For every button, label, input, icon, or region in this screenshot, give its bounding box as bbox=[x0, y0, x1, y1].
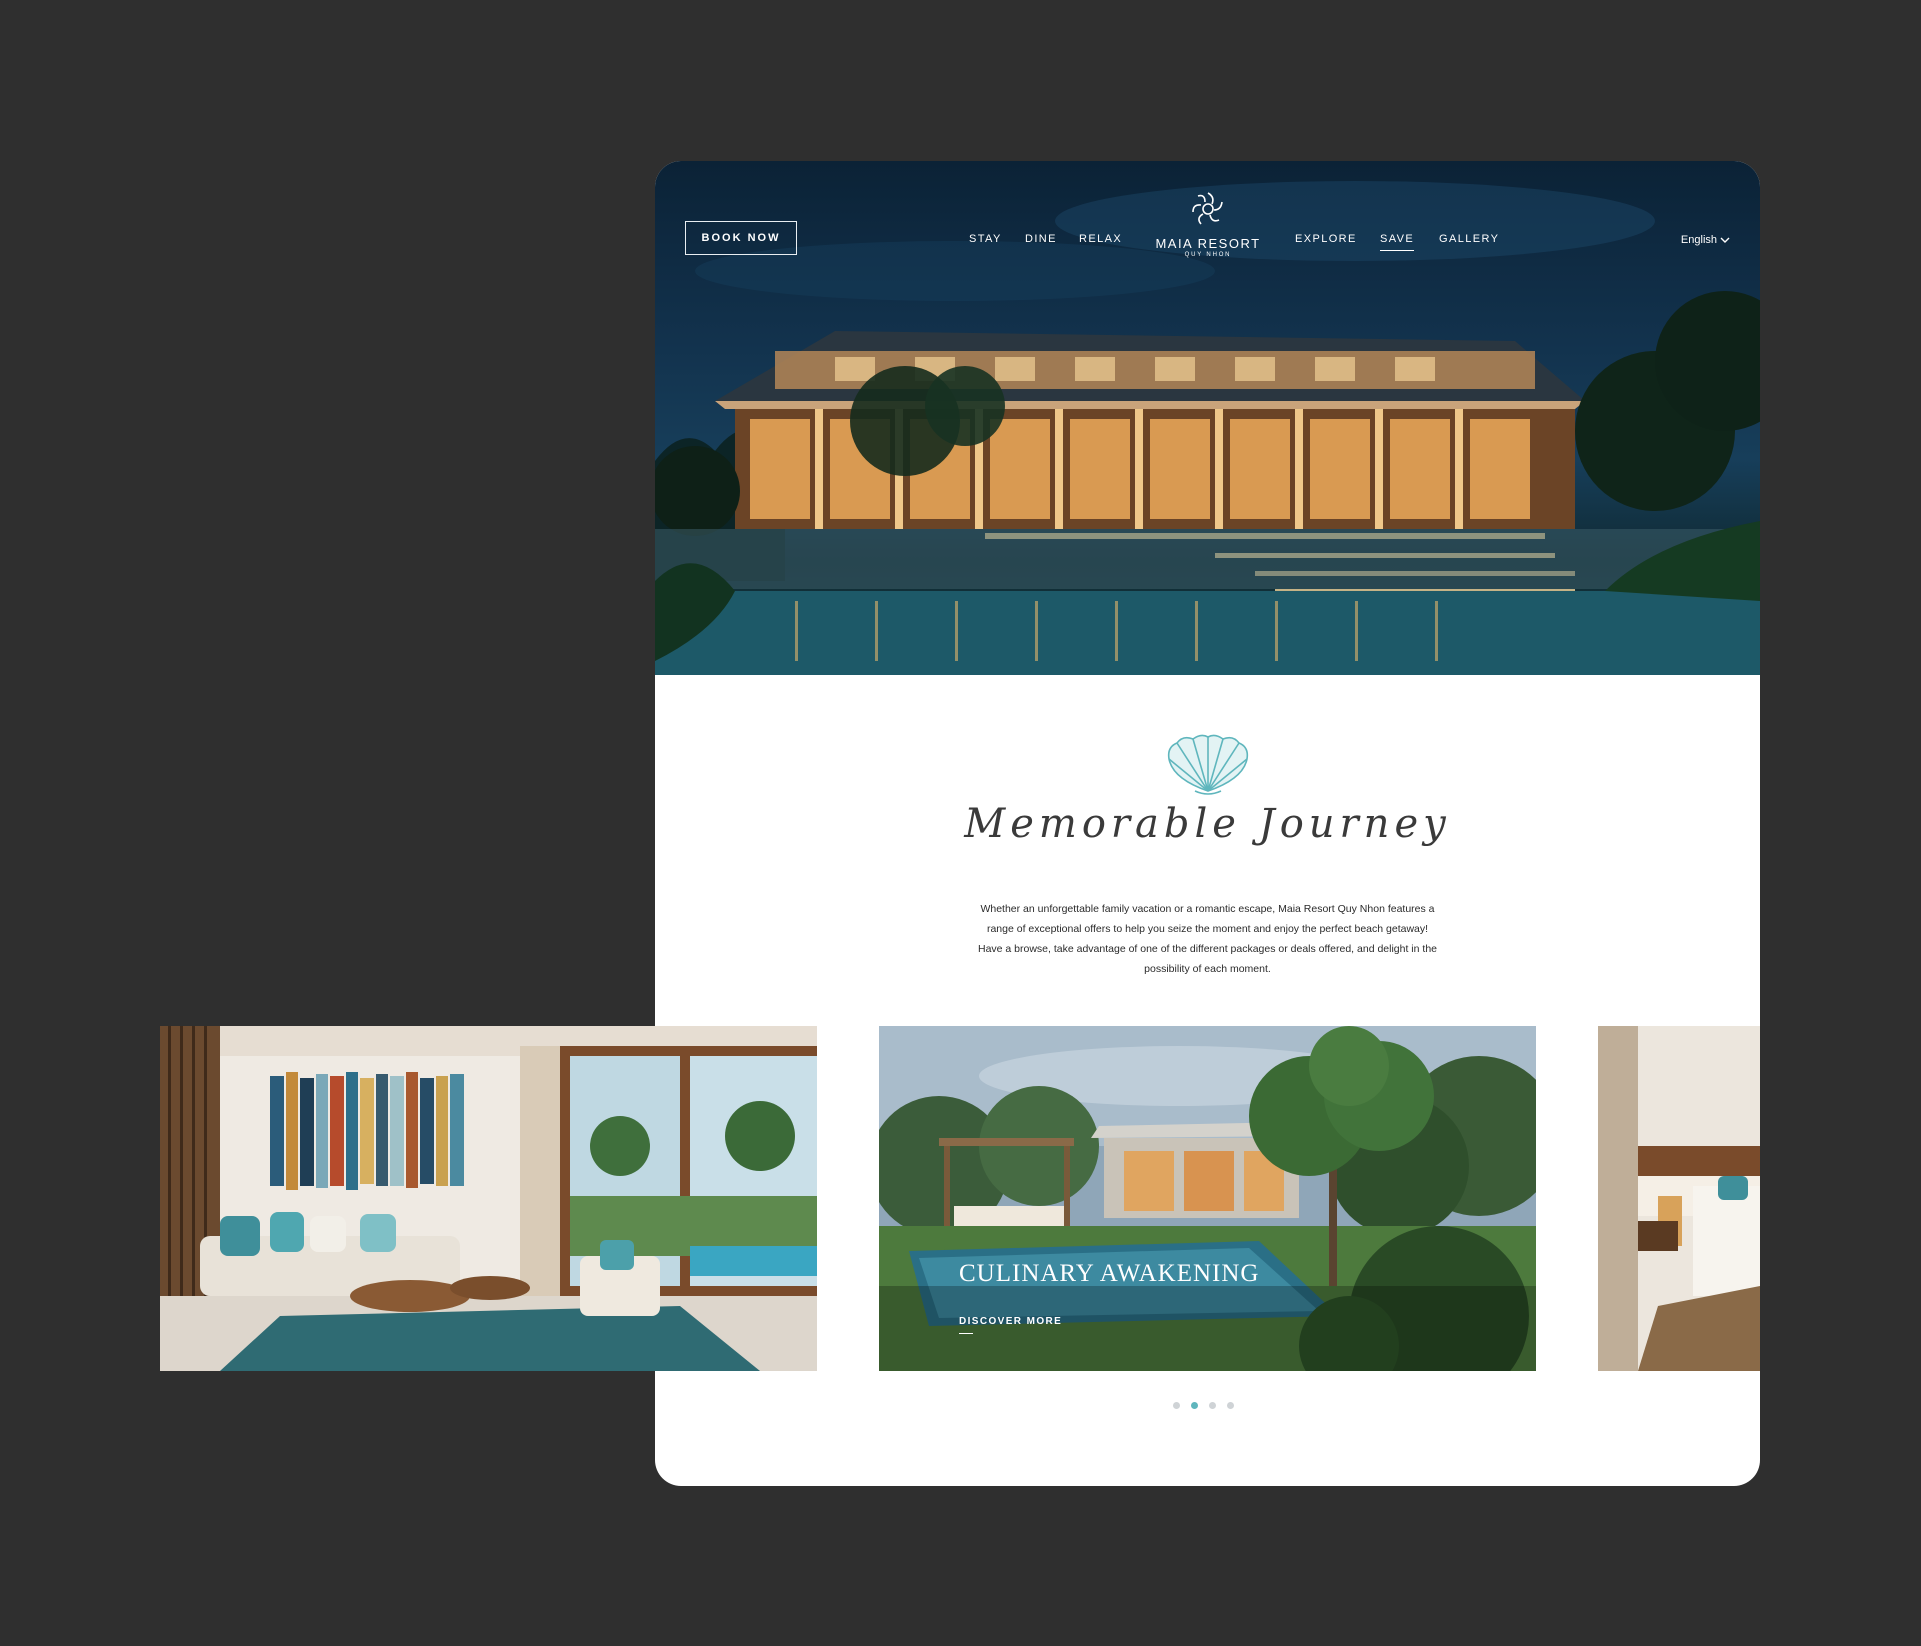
nav-item-dine[interactable]: DINE bbox=[1025, 233, 1057, 245]
nav-item-save[interactable]: SAVE bbox=[1380, 233, 1415, 251]
chevron-down-icon bbox=[1720, 237, 1730, 243]
nav-item-explore[interactable]: EXPLORE bbox=[1295, 233, 1357, 245]
carousel-slide-culinary-awakening[interactable]: CULINARY AWAKENING DISCOVER MORE bbox=[879, 1026, 1536, 1371]
living-room-photo bbox=[160, 1026, 817, 1371]
carousel-dot-1[interactable] bbox=[1173, 1402, 1180, 1409]
carousel-dot-3[interactable] bbox=[1209, 1402, 1216, 1409]
logo-name: MAIA RESORT bbox=[1155, 236, 1261, 251]
intro-paragraph: Whether an unforgettable family vacation… bbox=[977, 903, 1437, 975]
carousel-dot-2[interactable] bbox=[1191, 1402, 1198, 1409]
seashell-icon bbox=[1167, 734, 1249, 795]
slide-caption: CULINARY AWAKENING bbox=[959, 1260, 1260, 1287]
carousel-slide-living-room[interactable] bbox=[160, 1026, 817, 1371]
nav-item-stay[interactable]: STAY bbox=[969, 233, 1002, 245]
nav-item-relax[interactable]: RELAX bbox=[1079, 233, 1122, 245]
bedroom-photo bbox=[1598, 1026, 1760, 1371]
hero-banner: BOOK NOW STAY DINE RELAX EXPLORE SAVE GA… bbox=[655, 161, 1760, 675]
logo-subtitle: QUY NHON bbox=[1184, 252, 1232, 258]
discover-more-link[interactable]: DISCOVER MORE bbox=[959, 1316, 1062, 1327]
nav-item-gallery[interactable]: GALLERY bbox=[1439, 233, 1499, 245]
section-title: Memorable Journey bbox=[964, 801, 1451, 847]
carousel-slide-bedroom[interactable] bbox=[1598, 1026, 1760, 1371]
carousel-dot-4[interactable] bbox=[1227, 1402, 1234, 1409]
resort-logo[interactable]: MAIA RESORT QUY NHON bbox=[1155, 189, 1261, 258]
language-label: English bbox=[1680, 234, 1717, 246]
maia-flower-logo-icon bbox=[1192, 192, 1223, 225]
discover-underline bbox=[959, 1333, 973, 1334]
language-selector[interactable]: English bbox=[1681, 234, 1730, 246]
